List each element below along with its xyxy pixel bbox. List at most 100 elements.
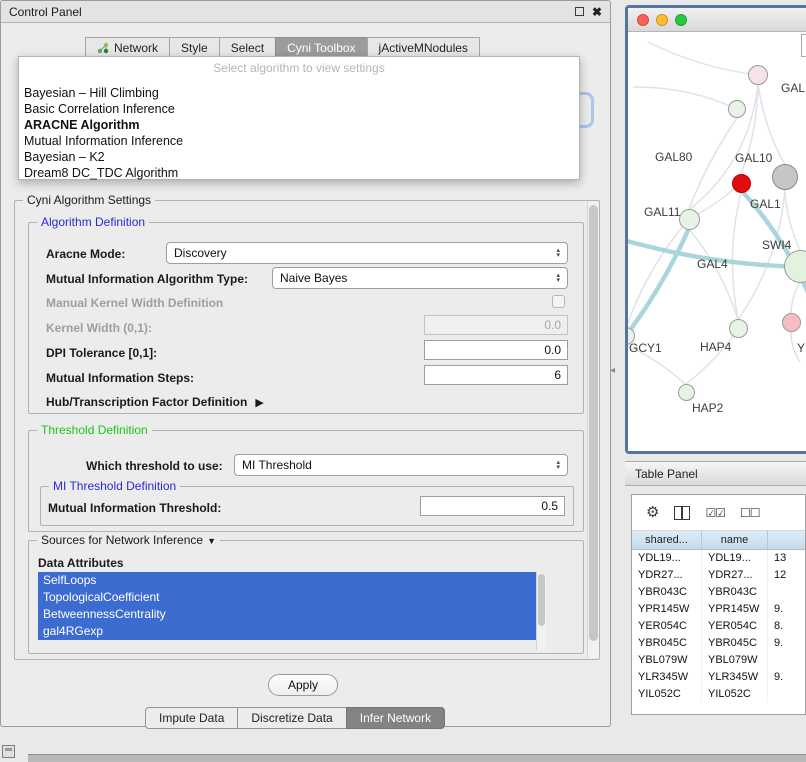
mac-close-button[interactable] xyxy=(637,14,649,26)
which-threshold-label: Which threshold to use: xyxy=(86,459,223,473)
aracne-mode-select[interactable]: Discovery ▴▾ xyxy=(166,242,568,264)
table-cell: YBR045C xyxy=(632,635,702,652)
network-node-label: GAL80 xyxy=(655,150,692,164)
list-item[interactable]: TopologicalCoefficient xyxy=(38,589,536,606)
table-cell: YBL079W xyxy=(632,652,702,669)
data-attributes-list[interactable]: SelfLoops TopologicalCoefficient Between… xyxy=(38,572,536,650)
dropdown-item-selected[interactable]: ARACNE Algorithm xyxy=(19,117,579,133)
dropdown-item[interactable]: Bayesian – K2 xyxy=(19,149,579,165)
aracne-mode-value: Discovery xyxy=(174,246,227,260)
window-title: Control Panel xyxy=(9,5,82,19)
network-canvas[interactable]: GALGAL80GAL10GAL11GAL1SWI4GAL4GCY1HAP4YH… xyxy=(628,32,806,451)
mi-steps-label: Mutual Information Steps: xyxy=(46,371,194,385)
table-row[interactable]: YDL19... YDL19... 13 xyxy=(632,550,806,567)
network-node[interactable] xyxy=(782,313,801,332)
table-cell: YPR145W xyxy=(702,601,768,618)
horizontal-scrollbar[interactable] xyxy=(28,754,806,762)
table-cell: 8. xyxy=(768,618,806,635)
algorithm-dropdown-list: Select algorithm to view settings Bayesi… xyxy=(18,56,580,180)
table-row[interactable]: YBR043C YBR043C xyxy=(632,584,806,601)
splitter-handle[interactable]: ◂ xyxy=(610,365,615,376)
tab-impute-data[interactable]: Impute Data xyxy=(145,707,238,729)
network-node-label: HAP4 xyxy=(700,340,731,354)
network-node[interactable] xyxy=(679,209,700,230)
network-window-titlebar xyxy=(628,8,806,32)
tab-infer-network[interactable]: Infer Network xyxy=(346,707,445,729)
table-row[interactable]: YER054C YER054C 8. xyxy=(632,618,806,635)
column-header[interactable] xyxy=(768,531,806,549)
apply-button[interactable]: Apply xyxy=(268,674,338,696)
table-cell: 9. xyxy=(768,669,806,686)
dpi-tolerance-field[interactable]: 0.0 xyxy=(424,340,568,360)
sources-group-title[interactable]: Sources for Network Inference▼ xyxy=(37,533,220,547)
table-header-row: shared... name xyxy=(632,531,806,550)
attributes-scrollbar[interactable] xyxy=(536,572,546,650)
table-cell: YLR345W xyxy=(702,669,768,686)
panel-collapse-icon[interactable] xyxy=(2,745,15,758)
list-item[interactable]: BetweennessCentrality xyxy=(38,606,536,623)
table-row[interactable]: YDR27... YDR27... 12 xyxy=(632,567,806,584)
mi-threshold-field[interactable]: 0.5 xyxy=(420,496,565,516)
close-icon[interactable]: ✖ xyxy=(592,6,602,18)
dropdown-item[interactable]: Basic Correlation Inference xyxy=(19,101,579,117)
table-row[interactable]: YBR045C YBR045C 9. xyxy=(632,635,806,652)
manual-kernel-width-checkbox[interactable] xyxy=(552,295,565,308)
chevron-updown-icon: ▴▾ xyxy=(550,273,560,283)
mi-algorithm-type-select[interactable]: Naive Bayes ▴▾ xyxy=(272,267,568,289)
dropdown-item[interactable]: Dream8 DC_TDC Algorithm xyxy=(19,165,579,181)
network-node-label: Y xyxy=(797,341,805,355)
table-panel-title: Table Panel xyxy=(635,467,698,481)
mi-algorithm-type-value: Naive Bayes xyxy=(280,271,347,285)
list-item[interactable]: SelfLoops xyxy=(38,572,536,589)
network-node[interactable] xyxy=(748,65,768,85)
table-cell: YLR345W xyxy=(632,669,702,686)
group-title: Algorithm Definition xyxy=(37,215,149,229)
list-item[interactable]: gal4RGexp xyxy=(38,623,536,640)
columns-icon[interactable] xyxy=(674,506,690,520)
network-node-label: GCY1 xyxy=(629,341,662,355)
table-cell: YBR045C xyxy=(702,635,768,652)
table-row[interactable]: YBL079W YBL079W xyxy=(632,652,806,669)
aracne-mode-label: Aracne Mode: xyxy=(46,247,125,261)
attributes-scrollbar-thumb[interactable] xyxy=(538,574,545,626)
table-row[interactable]: YIL052C YIL052C xyxy=(632,686,806,703)
table-cell: YIL052C xyxy=(632,686,702,703)
network-scrollbar[interactable] xyxy=(801,34,806,57)
settings-scrollbar-thumb[interactable] xyxy=(589,205,598,641)
table-row[interactable]: YLR345W YLR345W 9. xyxy=(632,669,806,686)
settings-scrollbar[interactable] xyxy=(587,202,599,658)
network-node[interactable] xyxy=(729,319,748,338)
column-header[interactable]: shared... xyxy=(632,531,702,549)
hub-factor-toggle[interactable]: Hub/Transcription Factor Definition▶ xyxy=(46,395,264,409)
table-body: YDL19... YDL19... 13 YDR27... YDR27... 1… xyxy=(632,550,805,703)
manual-kernel-width-label: Manual Kernel Width Definition xyxy=(46,296,223,310)
network-node[interactable] xyxy=(732,174,751,193)
column-header[interactable]: name xyxy=(702,531,768,549)
float-window-icon[interactable] xyxy=(575,7,584,16)
mac-minimize-button[interactable] xyxy=(656,14,668,26)
table-panel-window: ⚙ ☑☑ ☐☐ shared... name YDL19... YDL19...… xyxy=(631,494,806,715)
network-node[interactable] xyxy=(728,100,746,118)
table-toolbar: ⚙ ☑☑ ☐☐ xyxy=(632,495,805,531)
mac-zoom-button[interactable] xyxy=(675,14,687,26)
dropdown-item[interactable]: Bayesian – Hill Climbing xyxy=(19,85,579,101)
table-cell: YBR043C xyxy=(632,584,702,601)
mi-steps-field[interactable]: 6 xyxy=(424,365,568,385)
dropdown-item[interactable]: Mutual Information Inference xyxy=(19,133,579,149)
group-title: Threshold Definition xyxy=(37,423,152,437)
which-threshold-value: MI Threshold xyxy=(242,458,312,472)
tab-discretize-data[interactable]: Discretize Data xyxy=(237,707,346,729)
table-cell: YBL079W xyxy=(702,652,768,669)
network-node[interactable] xyxy=(678,384,695,401)
expanded-arrow-icon: ▼ xyxy=(207,536,216,546)
deselect-all-checkboxes-icon[interactable]: ☐☐ xyxy=(740,507,760,519)
table-cell: YDL19... xyxy=(702,550,768,567)
table-cell: YDR27... xyxy=(632,567,702,584)
table-row[interactable]: YPR145W YPR145W 9. xyxy=(632,601,806,618)
gear-icon[interactable]: ⚙ xyxy=(646,505,659,520)
select-all-checkboxes-icon[interactable]: ☑☑ xyxy=(705,507,725,519)
table-cell: 13 xyxy=(768,550,806,567)
which-threshold-select[interactable]: MI Threshold ▴▾ xyxy=(234,454,568,476)
table-cell: YPR145W xyxy=(632,601,702,618)
network-node[interactable] xyxy=(772,164,798,190)
